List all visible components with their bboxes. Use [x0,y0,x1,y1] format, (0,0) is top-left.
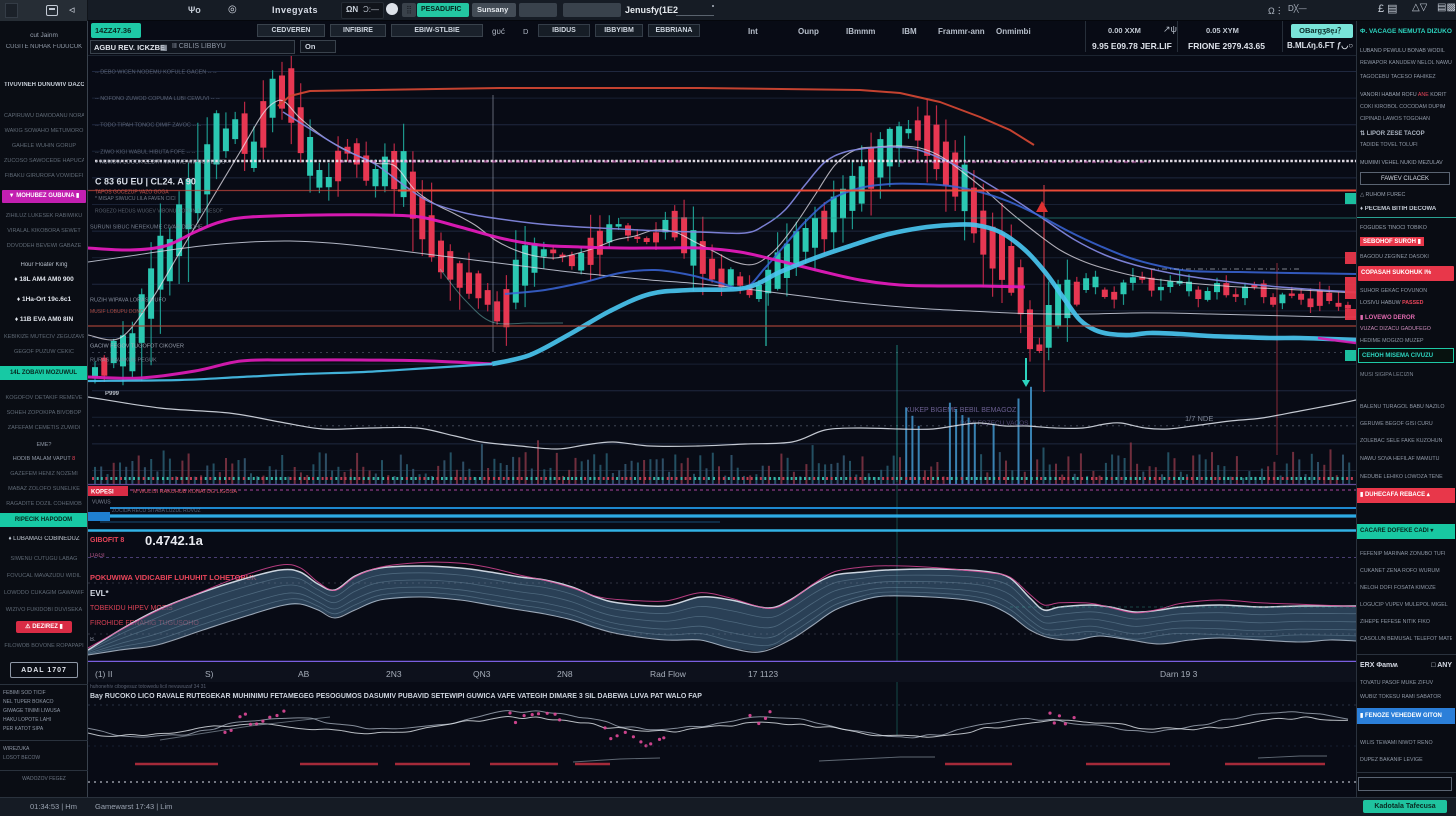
svg-text:Rad Flow: Rad Flow [650,669,687,679]
svg-text:SURUNI SIBUC NEREKUME CIVAR DI: SURUNI SIBUC NEREKUME CIVAR DIPOHE [90,225,203,231]
svg-text:+ NUMOW LOGOK ZEDITI MANIWE WI: + NUMOW LOGOK ZEDITI MANIWE WIPUS PELUS … [95,160,236,166]
svg-text:(1) II: (1) II [95,669,112,679]
svg-text:RURAS KAVAKUB PEGUK: RURAS KAVAKUB PEGUK [90,358,157,364]
svg-text:S): S) [205,669,214,679]
svg-text:KOPESI: KOPESI [91,490,114,496]
svg-text:ROGEZO HEDUS WUGEV VIBONU DORU: ROGEZO HEDUS WUGEV VIBONU DORUN MONESOF [95,209,223,215]
svg-text:-- ZIWO KIGI WABUL HIBUTA FOFE: -- ZIWO KIGI WABUL HIBUTA FOFE -- -- [95,149,195,155]
svg-text:Darn 19 3: Darn 19 3 [1160,669,1198,679]
svg-text:ZOCIDA RECU SITABA LUZUL ROVUZ: ZOCIDA RECU SITABA LUZUL ROVUZ [112,508,201,514]
svg-text:Bay RUCOKO LICO RAVALE RUTEGEK: Bay RUCOKO LICO RAVALE RUTEGEKAR MUHINIM… [90,693,702,700]
svg-text:VUWUS: VUWUS [92,500,111,506]
svg-text:1/7 NDE: 1/7 NDE [1185,414,1213,423]
svg-text:0.4742.1a: 0.4742.1a [145,533,204,548]
svg-text:M WULISI RAKUHUB KONATOG LIGOS: M WULISI RAKUHUB KONATOG LIGOSA [133,489,237,495]
svg-text:QN3: QN3 [473,669,491,679]
svg-text:GIBOFIT 8: GIBOFIT 8 [90,537,124,544]
svg-text:-- DEBO WICEN NODEMU KOFULE GA: -- DEBO WICEN NODEMU KOFULE GACEN -- -- [95,70,217,76]
svg-text:RUZIH WIPAVA LORAS MUFO: RUZIH WIPAVA LORAS MUFO [90,298,167,304]
svg-text:2N8: 2N8 [557,669,573,679]
svg-text:C 83 6U EU | CL24. A 90: C 83 6U EU | CL24. A 90 [95,177,196,187]
svg-text:POKUWIWA VIDICABIF LUHUHIT LOH: POKUWIWA VIDICABIF LUHUHIT LOHETOBUK [90,573,257,582]
svg-text:2N3: 2N3 [386,669,402,679]
svg-text:MUSIF LOBUPU DONO: MUSIF LOBUPU DONO [90,309,144,315]
svg-text:GACIW FEGOV TUGOFOT CIKOVER: GACIW FEGOV TUGOFOT CIKOVER [90,344,184,350]
svg-text:DAGI: DAGI [90,553,105,559]
svg-text:17 1123: 17 1123 [748,669,778,679]
svg-text:huhonehiv cibogesuz totowedu l: huhonehiv cibogesuz totowedu licil nevuw… [90,684,206,690]
svg-text:-- TODO TIPAH TONOC DIMIF ZAVO: -- TODO TIPAH TONOC DIMIF ZAVOC -- -- [95,123,201,129]
svg-text:P999: P999 [105,391,120,397]
svg-text:EVL*: EVL* [90,589,110,598]
svg-text:TAPOS GOCEZUP VAZO GOGA: TAPOS GOCEZUP VAZO GOGA [95,190,169,196]
svg-text:B.: B. [90,637,96,643]
svg-text:* MISAP SIWUCU LILA FAVEN CICI: * MISAP SIWUCU LILA FAVEN CICI [95,196,176,202]
svg-text:-- NOFONO ZUWOD COPUMA LUBI CE: -- NOFONO ZUWOD COPUMA LUBI CEWUVI -- -- [95,96,220,102]
svg-text:AB: AB [298,669,310,679]
svg-text:KUKEP BIGEME BEBIL BEMAGOZ: KUKEP BIGEME BEBIL BEMAGOZ [905,407,1017,414]
